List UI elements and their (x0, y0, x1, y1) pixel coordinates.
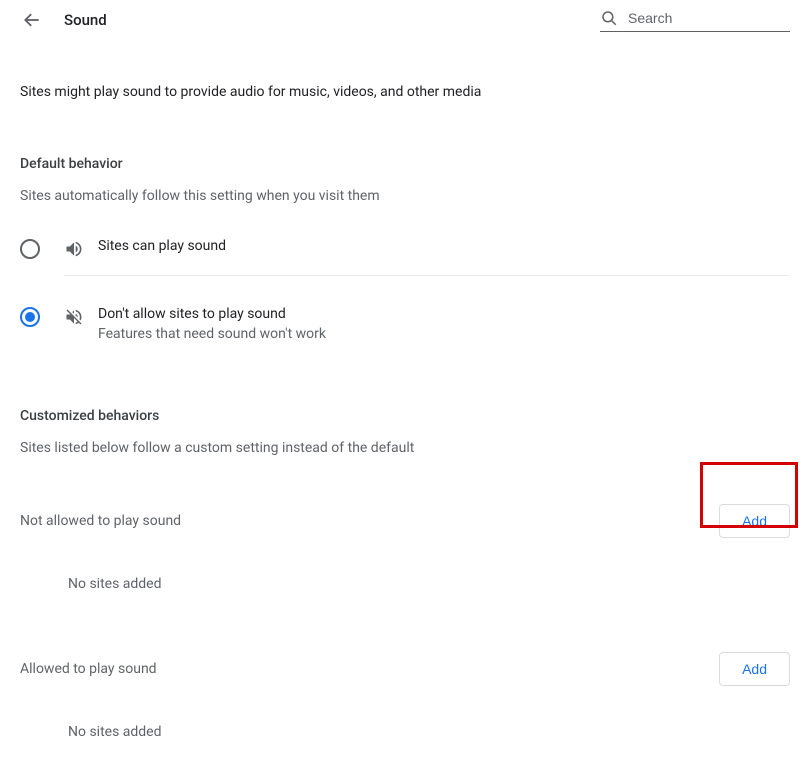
radio-desc-block: Features that need sound won't work (98, 326, 326, 342)
default-behavior-heading: Default behavior (20, 156, 790, 172)
radio-allow-sound[interactable] (20, 239, 40, 259)
radio-label-allow: Sites can play sound (98, 238, 226, 254)
radio-dot-icon (25, 312, 35, 322)
customized-sub: Sites listed below follow a custom setti… (20, 440, 790, 456)
volume-off-icon (64, 307, 84, 327)
volume-on-icon (64, 239, 84, 259)
back-button[interactable] (20, 8, 44, 32)
group-not-allowed-label: Not allowed to play sound (20, 513, 181, 529)
group-allowed-label: Allowed to play sound (20, 661, 157, 677)
intro-text: Sites might play sound to provide audio … (20, 84, 790, 100)
search-input[interactable] (628, 10, 790, 26)
customized-heading: Customized behaviors (20, 408, 790, 424)
arrow-left-icon (22, 10, 42, 30)
radio-block-sound[interactable] (20, 307, 40, 327)
allowed-empty: No sites added (68, 724, 790, 740)
radio-label-block: Don't allow sites to play sound (98, 306, 326, 322)
search-field[interactable] (600, 9, 790, 32)
add-allowed-button[interactable]: Add (719, 652, 790, 686)
page-title: Sound (64, 11, 107, 29)
search-icon (600, 9, 618, 27)
default-behavior-sub: Sites automatically follow this setting … (20, 188, 790, 204)
not-allowed-empty: No sites added (68, 576, 790, 592)
add-not-allowed-button[interactable]: Add (719, 504, 790, 538)
